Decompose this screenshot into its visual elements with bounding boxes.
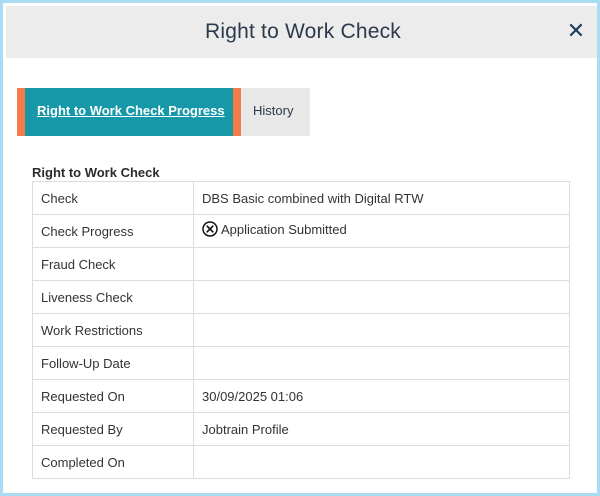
row-label: Liveness Check (32, 280, 194, 314)
dialog-header: Right to Work Check ✕ (6, 6, 597, 58)
table-row: Completed On (32, 445, 570, 479)
dialog-title: Right to Work Check (205, 20, 401, 43)
circle-x-icon (202, 220, 218, 240)
tab-label[interactable]: History (253, 103, 293, 118)
table-row: Check Progress Application Submitted (32, 214, 570, 248)
row-value: DBS Basic combined with Digital RTW (193, 181, 570, 215)
row-label: Check (32, 181, 194, 215)
row-value (193, 346, 570, 380)
row-label: Completed On (32, 445, 194, 479)
table-row: Check DBS Basic combined with Digital RT… (32, 181, 570, 215)
row-label: Check Progress (32, 214, 194, 248)
row-label: Fraud Check (32, 247, 194, 281)
row-value (193, 445, 570, 479)
row-label: Requested By (32, 412, 194, 446)
table-row: Requested By Jobtrain Profile (32, 412, 570, 446)
table-row: Fraud Check (32, 247, 570, 281)
tab-right-to-work-check-progress[interactable]: Right to Work Check Progress (17, 88, 241, 136)
table-row: Follow-Up Date (32, 346, 570, 380)
table-row: Work Restrictions (32, 313, 570, 347)
row-label: Requested On (32, 379, 194, 413)
table-row: Requested On 30/09/2025 01:06 (32, 379, 570, 413)
status-text: Application Submitted (221, 222, 347, 238)
dialog-window: Right to Work Check ✕ Right to Work Chec… (0, 0, 600, 496)
row-value-status: Application Submitted (193, 214, 570, 248)
details-table: Check DBS Basic combined with Digital RT… (32, 181, 570, 479)
row-label: Follow-Up Date (32, 346, 194, 380)
table-row: Liveness Check (32, 280, 570, 314)
tab-label[interactable]: Right to Work Check Progress (37, 103, 225, 118)
row-value (193, 313, 570, 347)
tab-history[interactable]: History (241, 88, 310, 136)
row-value (193, 247, 570, 281)
row-value (193, 280, 570, 314)
row-value: 30/09/2025 01:06 (193, 379, 570, 413)
row-label: Work Restrictions (32, 313, 194, 347)
section-title: Right to Work Check (32, 165, 160, 180)
row-value: Jobtrain Profile (193, 412, 570, 446)
close-icon[interactable]: ✕ (566, 19, 586, 43)
